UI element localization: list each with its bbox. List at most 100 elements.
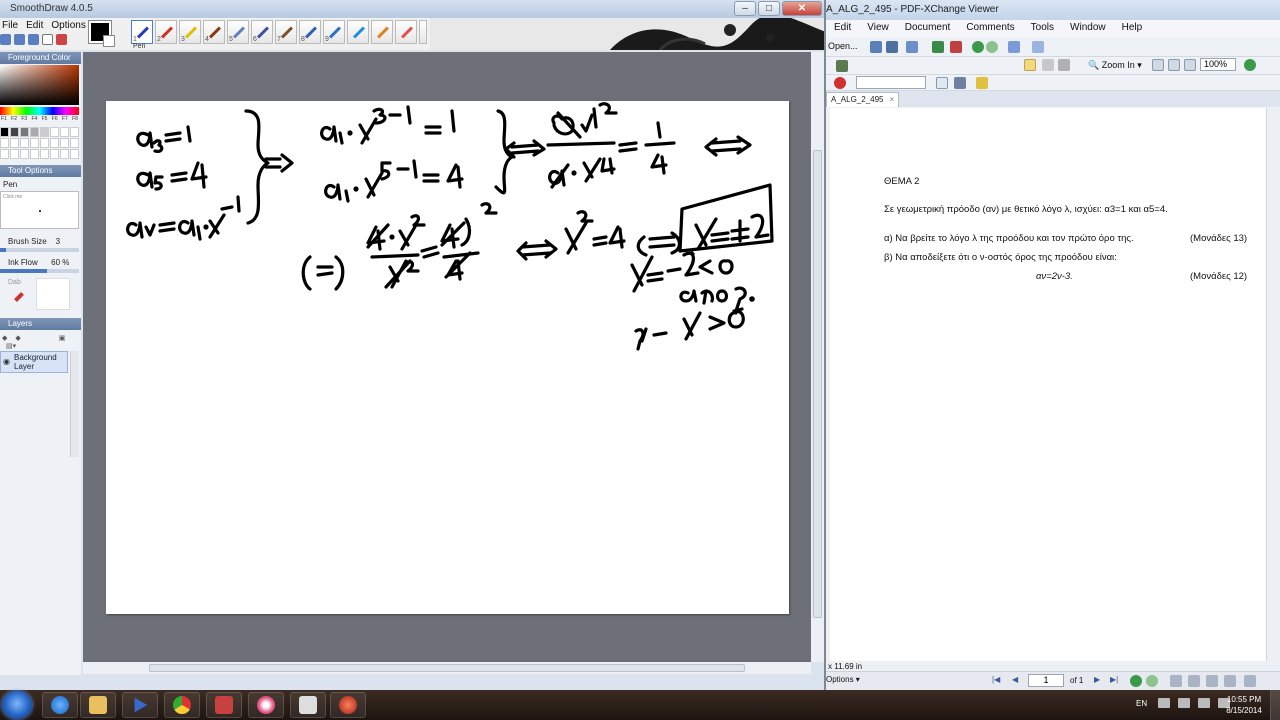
brush-tool-4[interactable]: 4 [203, 20, 225, 44]
new-icon[interactable] [0, 34, 11, 45]
prev-page-button[interactable]: ◀ [1012, 675, 1018, 684]
layout-cover-icon[interactable] [1224, 675, 1236, 687]
export-icon[interactable] [950, 41, 962, 53]
menu-options[interactable]: Options [51, 20, 85, 31]
show-desktop-button[interactable] [1270, 690, 1280, 720]
color-swatch[interactable] [20, 138, 29, 148]
maximize-button[interactable]: □ [758, 1, 780, 16]
network-icon[interactable] [1198, 698, 1210, 708]
last-page-button[interactable]: ▶| [1110, 675, 1118, 684]
layer-props-icon[interactable]: ▣ [59, 335, 66, 342]
pdf-menu-tools[interactable]: Tools [1023, 20, 1062, 37]
drawing-canvas[interactable] [106, 101, 789, 614]
layout-scroll-icon[interactable] [1244, 675, 1256, 687]
color-swatch[interactable] [60, 138, 69, 148]
taskbar-smoothdraw[interactable] [290, 692, 326, 718]
hue-strip[interactable] [0, 107, 79, 115]
menu-edit[interactable]: Edit [26, 20, 43, 31]
move-down-icon[interactable]: ◆ [15, 335, 20, 342]
pressure-curve-box[interactable]: Click me [0, 191, 79, 229]
eye-icon[interactable]: ◉ [3, 357, 10, 366]
page-number-field[interactable]: 1 [1028, 674, 1064, 687]
taskbar-chrome[interactable] [164, 692, 200, 718]
hand-icon[interactable] [1024, 59, 1036, 71]
search-field[interactable] [856, 76, 926, 89]
find-icon[interactable] [936, 77, 948, 89]
menu-file[interactable]: File [2, 20, 18, 31]
print-icon[interactable] [886, 41, 898, 53]
layout-facing-icon[interactable] [1206, 675, 1218, 687]
layout-continuous-icon[interactable] [1188, 675, 1200, 687]
move-up-icon[interactable]: ◆ [2, 335, 7, 342]
color-swatch[interactable] [40, 138, 49, 148]
layer-item[interactable]: ◉ Background Layer [0, 351, 68, 373]
clear-icon[interactable] [56, 34, 67, 45]
nav-back-icon[interactable] [1130, 675, 1142, 687]
pdf-horizontal-scrollbar[interactable] [826, 661, 1280, 671]
taskbar-explorer[interactable] [80, 692, 116, 718]
pdf-menu-document[interactable]: Document [897, 20, 959, 37]
zoom-in-button[interactable]: 🔍 Zoom In ▾ [1088, 60, 1142, 71]
clock[interactable]: 10:55 PM 8/15/2014 [1222, 694, 1266, 716]
layers-header[interactable]: Layers [0, 318, 81, 330]
tool-options-header[interactable]: Tool Options [0, 165, 81, 177]
document-tab[interactable]: A_ALG_2_495 × [826, 92, 900, 107]
brush-tool-10[interactable] [347, 20, 369, 44]
canvas-vertical-scrollbar[interactable] [811, 52, 824, 662]
color-swatch[interactable] [10, 149, 19, 159]
color-swatch[interactable] [0, 127, 9, 137]
scroll-thumb[interactable] [149, 664, 745, 672]
color-swatch[interactable] [50, 138, 59, 148]
page-icon[interactable] [42, 34, 53, 45]
brush-tool-11[interactable] [371, 20, 393, 44]
canvas-horizontal-scrollbar[interactable] [83, 662, 811, 674]
layer-menu-icon[interactable]: ▤▾ [6, 343, 16, 350]
fit-width-icon[interactable] [1184, 59, 1196, 71]
layers-scrollbar[interactable] [70, 351, 79, 457]
brush-tool-6[interactable]: 6 [251, 20, 273, 44]
color-swatch[interactable] [10, 138, 19, 148]
color-swatch[interactable] [40, 127, 49, 137]
brush-tool-9[interactable]: 9 [323, 20, 345, 44]
scroll-thumb[interactable] [813, 150, 822, 618]
taskbar-media[interactable] [122, 692, 158, 718]
taskbar-pdf[interactable] [206, 692, 242, 718]
taskbar-ie[interactable] [42, 692, 78, 718]
flag-icon[interactable] [1178, 698, 1190, 708]
stamp-icon[interactable] [954, 77, 966, 89]
language-indicator[interactable]: EN [1136, 699, 1147, 708]
options-button[interactable]: Options ▾ [826, 675, 860, 684]
comment-icon[interactable] [834, 77, 846, 89]
color-swatch[interactable] [70, 149, 79, 159]
brush-tool-8[interactable]: 8 [299, 20, 321, 44]
color-swatch[interactable] [20, 127, 29, 137]
color-swatch[interactable] [70, 138, 79, 148]
scan-icon[interactable] [932, 41, 944, 53]
brush-tool-1[interactable]: 1 [131, 20, 153, 44]
brush-tool-2[interactable]: 2 [155, 20, 177, 44]
tools-dropdown-arrow[interactable] [419, 20, 427, 44]
minimize-button[interactable]: – [734, 1, 756, 16]
redo-icon[interactable] [28, 34, 39, 45]
taskbar-paint[interactable] [248, 692, 284, 718]
color-swatch[interactable] [60, 127, 69, 137]
pdf-menu-view[interactable]: View [859, 20, 897, 37]
forward-icon[interactable] [986, 41, 998, 53]
color-swatch[interactable] [70, 127, 79, 137]
pdf-menu-edit[interactable]: Edit [826, 20, 859, 37]
color-picker-area[interactable] [0, 65, 79, 105]
first-page-button[interactable]: |◀ [992, 675, 1000, 684]
color-swatch[interactable] [40, 149, 49, 159]
undo-icon[interactable] [1008, 41, 1020, 53]
color-swatch[interactable] [20, 149, 29, 159]
undo-icon[interactable] [14, 34, 25, 45]
curve-point[interactable] [39, 210, 41, 212]
brush-tool-7[interactable]: 7 [275, 20, 297, 44]
snapshot-icon[interactable] [1058, 59, 1070, 71]
open-button[interactable]: Open... [828, 41, 858, 51]
color-swatch[interactable] [30, 149, 39, 159]
brush-tool-3[interactable]: 3 [179, 20, 201, 44]
layout-single-icon[interactable] [1170, 675, 1182, 687]
highlight-icon[interactable] [976, 77, 988, 89]
select-text-icon[interactable] [1042, 59, 1054, 71]
